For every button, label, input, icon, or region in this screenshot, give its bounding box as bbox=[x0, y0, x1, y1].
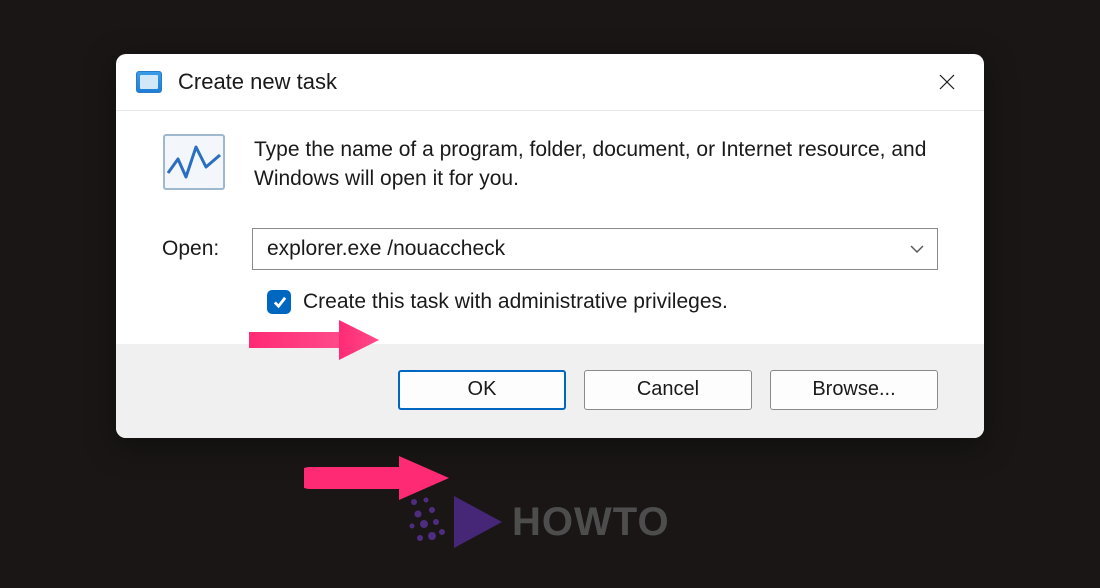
dialog-content: Type the name of a program, folder, docu… bbox=[116, 111, 984, 344]
dialog-description: Type the name of a program, folder, docu… bbox=[254, 133, 938, 194]
admin-privileges-checkbox[interactable] bbox=[267, 290, 291, 314]
ok-button[interactable]: OK bbox=[398, 370, 566, 410]
close-icon bbox=[938, 73, 956, 91]
browse-button[interactable]: Browse... bbox=[770, 370, 938, 410]
open-combobox[interactable]: explorer.exe /nouaccheck bbox=[252, 228, 938, 270]
create-new-task-dialog: Create new task Type the name of a progr… bbox=[116, 54, 984, 438]
admin-privileges-label[interactable]: Create this task with administrative pri… bbox=[303, 290, 728, 314]
open-label: Open: bbox=[162, 237, 226, 261]
button-bar: OK Cancel Browse... bbox=[116, 344, 984, 438]
dialog-title: Create new task bbox=[178, 69, 928, 95]
cancel-button[interactable]: Cancel bbox=[584, 370, 752, 410]
chevron-down-icon bbox=[909, 244, 925, 254]
watermark-logo-icon bbox=[450, 492, 506, 552]
watermark-dots-icon bbox=[406, 492, 450, 552]
watermark: HOWTO bbox=[406, 492, 670, 552]
titlebar: Create new task bbox=[116, 54, 984, 111]
open-value: explorer.exe /nouaccheck bbox=[267, 237, 505, 261]
close-button[interactable] bbox=[928, 66, 966, 98]
performance-monitor-icon bbox=[162, 133, 226, 191]
checkmark-icon bbox=[272, 294, 287, 309]
run-dialog-icon bbox=[136, 71, 162, 93]
watermark-text: HOWTO bbox=[512, 500, 670, 545]
